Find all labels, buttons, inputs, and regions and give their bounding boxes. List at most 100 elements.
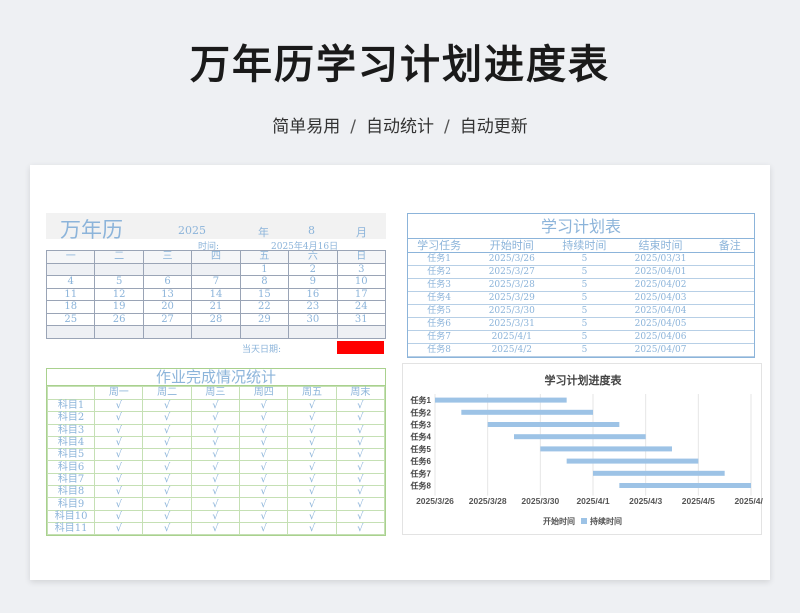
calendar-day-cell[interactable]: 10 <box>336 275 387 289</box>
check-cell[interactable]: √ <box>94 521 144 536</box>
plan-cell[interactable]: 2025/03/31 <box>615 252 706 266</box>
calendar-day-cell[interactable]: 31 <box>336 312 387 326</box>
check-cell[interactable]: √ <box>190 509 241 523</box>
check-cell[interactable]: √ <box>335 411 386 425</box>
check-cell[interactable]: √ <box>190 411 241 425</box>
check-cell[interactable]: √ <box>94 435 144 450</box>
calendar-day-cell[interactable]: 2 <box>288 262 338 276</box>
plan-cell[interactable] <box>705 317 754 331</box>
calendar-day-cell[interactable]: 28 <box>191 312 241 326</box>
check-cell[interactable]: √ <box>335 521 386 536</box>
check-cell[interactable]: √ <box>287 497 337 511</box>
check-cell[interactable]: √ <box>239 411 289 425</box>
check-cell[interactable]: √ <box>335 398 386 413</box>
calendar-day-cell[interactable]: 1 <box>239 262 290 276</box>
calendar-day-cell[interactable]: 20 <box>142 300 193 314</box>
check-cell[interactable]: √ <box>335 485 386 499</box>
plan-cell[interactable] <box>705 265 754 279</box>
check-cell[interactable]: √ <box>335 472 386 487</box>
check-cell[interactable]: √ <box>239 472 289 487</box>
check-cell[interactable]: √ <box>190 521 241 536</box>
plan-cell[interactable]: 任务2 <box>408 265 471 279</box>
check-cell[interactable]: √ <box>239 509 289 523</box>
calendar-day-cell[interactable]: 16 <box>288 287 338 301</box>
check-cell[interactable]: √ <box>335 448 386 462</box>
check-cell[interactable]: √ <box>94 509 144 523</box>
calendar-day-cell[interactable] <box>288 325 338 339</box>
gantt-bar[interactable] <box>593 470 725 476</box>
calendar-day-cell[interactable] <box>191 262 241 276</box>
calendar-day-cell[interactable]: 25 <box>45 312 96 326</box>
check-cell[interactable]: √ <box>94 423 144 437</box>
plan-cell[interactable]: 2025/04/06 <box>615 330 706 344</box>
plan-cell[interactable]: 2025/04/01 <box>615 265 706 279</box>
calendar-day-cell[interactable]: 12 <box>94 287 144 301</box>
calendar-day-cell[interactable]: 7 <box>191 275 241 289</box>
check-cell[interactable]: √ <box>287 472 337 487</box>
plan-cell[interactable]: 2025/4/1 <box>470 330 554 344</box>
check-cell[interactable]: √ <box>287 435 337 450</box>
calendar-day-cell[interactable]: 18 <box>45 300 96 314</box>
check-cell[interactable]: √ <box>94 472 144 487</box>
check-cell[interactable]: √ <box>287 509 337 523</box>
check-cell[interactable]: √ <box>142 448 192 462</box>
calendar-day-cell[interactable]: 9 <box>288 275 338 289</box>
check-cell[interactable]: √ <box>335 460 386 474</box>
calendar-day-cell[interactable]: 15 <box>239 287 290 301</box>
check-cell[interactable]: √ <box>142 497 192 511</box>
calendar-day-cell[interactable]: 17 <box>336 287 387 301</box>
check-cell[interactable]: √ <box>190 448 241 462</box>
calendar-day-cell[interactable]: 5 <box>94 275 144 289</box>
gantt-bar[interactable] <box>514 434 646 440</box>
plan-cell[interactable]: 5 <box>553 252 616 266</box>
plan-cell[interactable]: 任务8 <box>408 343 471 357</box>
plan-cell[interactable]: 2025/04/07 <box>615 343 706 357</box>
check-cell[interactable]: √ <box>239 460 289 474</box>
calendar-day-cell[interactable] <box>94 325 144 339</box>
calendar-day-cell[interactable]: 14 <box>191 287 241 301</box>
check-cell[interactable]: √ <box>94 448 144 462</box>
plan-cell[interactable] <box>705 330 754 344</box>
calendar-day-cell[interactable] <box>45 325 96 339</box>
plan-cell[interactable]: 2025/4/2 <box>470 343 554 357</box>
calendar-day-cell[interactable] <box>45 262 96 276</box>
gantt-bar[interactable] <box>540 446 672 452</box>
check-cell[interactable]: √ <box>335 435 386 450</box>
calendar-day-cell[interactable] <box>94 262 144 276</box>
plan-cell[interactable]: 5 <box>553 265 616 279</box>
check-cell[interactable]: √ <box>287 423 337 437</box>
plan-cell[interactable]: 5 <box>553 317 616 331</box>
plan-cell[interactable]: 5 <box>553 304 616 318</box>
plan-cell[interactable]: 2025/3/28 <box>470 278 554 292</box>
plan-cell[interactable]: 任务7 <box>408 330 471 344</box>
plan-cell[interactable] <box>705 278 754 292</box>
calendar-day-cell[interactable]: 23 <box>288 300 338 314</box>
plan-cell[interactable]: 5 <box>553 343 616 357</box>
calendar-day-cell[interactable]: 27 <box>142 312 193 326</box>
plan-cell[interactable] <box>705 343 754 357</box>
plan-cell[interactable]: 2025/04/05 <box>615 317 706 331</box>
calendar-day-cell[interactable]: 30 <box>288 312 338 326</box>
check-cell[interactable]: √ <box>239 398 289 413</box>
calendar-day-cell[interactable]: 8 <box>239 275 290 289</box>
calendar-day-cell[interactable] <box>239 325 290 339</box>
check-cell[interactable]: √ <box>190 485 241 499</box>
calendar-day-cell[interactable]: 21 <box>191 300 241 314</box>
check-cell[interactable]: √ <box>94 497 144 511</box>
calendar-day-cell[interactable]: 24 <box>336 300 387 314</box>
calendar-day-cell[interactable]: 4 <box>45 275 96 289</box>
calendar-day-cell[interactable]: 29 <box>239 312 290 326</box>
calendar-day-cell[interactable] <box>142 325 193 339</box>
plan-cell[interactable]: 2025/3/31 <box>470 317 554 331</box>
check-cell[interactable]: √ <box>142 411 192 425</box>
check-cell[interactable]: √ <box>142 398 192 413</box>
check-cell[interactable]: √ <box>287 398 337 413</box>
check-cell[interactable]: √ <box>94 398 144 413</box>
plan-cell[interactable]: 5 <box>553 330 616 344</box>
check-cell[interactable]: √ <box>239 435 289 450</box>
plan-cell[interactable]: 任务6 <box>408 317 471 331</box>
plan-cell[interactable]: 2025/3/26 <box>470 252 554 266</box>
calendar-day-cell[interactable] <box>336 325 387 339</box>
gantt-bar[interactable] <box>487 422 620 427</box>
check-cell[interactable]: √ <box>142 460 192 474</box>
